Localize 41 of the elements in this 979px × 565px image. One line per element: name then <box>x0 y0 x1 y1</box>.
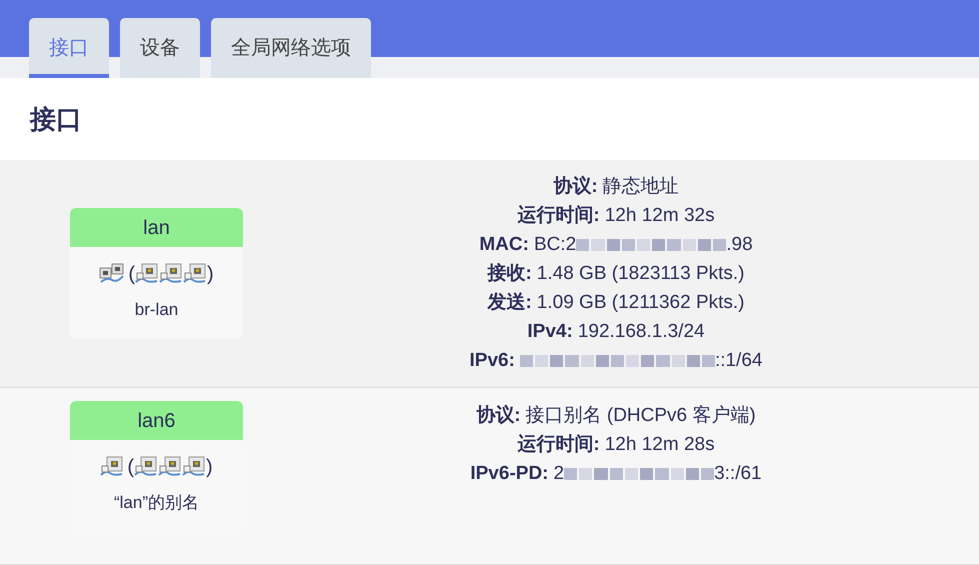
close-paren: ) <box>207 262 214 288</box>
port-icon <box>158 456 182 478</box>
interface-name: lan6 <box>70 401 243 440</box>
detail-value: 12h 12m 32s <box>604 204 715 228</box>
interface-name: lan <box>70 208 243 248</box>
detail-label: 运行时间: <box>517 204 600 228</box>
port-icon <box>135 263 159 286</box>
detail-label: IPv6: <box>470 349 515 373</box>
bridge-ports-icon <box>99 263 126 286</box>
open-paren: ( <box>127 455 134 480</box>
detail-label: 运行时间: <box>517 433 600 457</box>
detail-value: 静态地址 <box>602 175 679 199</box>
detail-value: ::1/64 <box>714 349 762 373</box>
device-name: br-lan <box>134 299 180 322</box>
port-icon <box>159 263 183 286</box>
port-icon <box>183 263 207 286</box>
port-icon <box>182 456 206 478</box>
detail-value: 2 <box>554 462 564 486</box>
detail-value: BC:2 <box>534 233 576 257</box>
detail-value: 192.168.1.3/24 <box>578 320 705 344</box>
detail-label: 协议: <box>476 404 521 428</box>
detail-value: 1.48 GB (1823113 Pkts.) <box>536 262 745 286</box>
tab[interactable]: 全局网络选项 <box>211 18 371 78</box>
detail-value: 1.09 GB (1211362 Pkts.) <box>536 291 745 315</box>
detail-label: 接收: <box>487 262 532 286</box>
detail-value: .98 <box>726 233 753 257</box>
detail-value: 3::/61 <box>714 462 762 486</box>
close-paren: ) <box>206 455 213 480</box>
detail-label: 发送: <box>487 291 532 315</box>
tab[interactable]: 设备 <box>120 18 200 78</box>
port-icon <box>134 456 158 478</box>
detail-label: MAC: <box>479 233 529 257</box>
section-heading: 接口 <box>30 102 82 136</box>
detail-label: 协议: <box>553 174 598 199</box>
open-paren: ( <box>128 262 135 288</box>
detail-value: 接口别名 (DHCPv6 客户端) <box>526 404 756 428</box>
detail-value: 12h 12m 28s <box>604 433 715 457</box>
detail-label: IPv6-PD: <box>470 462 548 486</box>
detail-label: IPv4: <box>527 320 573 344</box>
device-name: “lan”的别名 <box>112 492 200 514</box>
port-icon <box>100 456 124 478</box>
